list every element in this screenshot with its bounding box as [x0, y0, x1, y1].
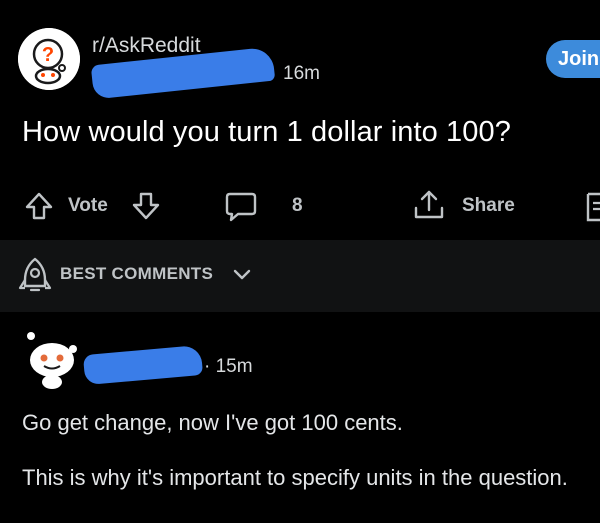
svg-text:?: ? [42, 44, 54, 66]
comment-count: 8 [292, 195, 303, 216]
join-button[interactable]: Join [546, 40, 600, 78]
user-avatar-icon[interactable] [22, 330, 82, 390]
post-timestamp: 16m [283, 63, 320, 84]
share-icon[interactable] [412, 188, 446, 227]
upvote-icon[interactable] [24, 191, 54, 226]
redacted-username [82, 344, 204, 386]
downvote-icon[interactable] [131, 191, 161, 226]
subreddit-name[interactable]: r/AskReddit [92, 34, 201, 58]
vote-label: Vote [68, 195, 108, 216]
comment-text-line: This is why it's important to specify un… [22, 465, 568, 490]
comment-timestamp: · 15m [204, 356, 253, 377]
save-icon[interactable] [584, 191, 600, 228]
comment-text-line: Go get change, now I've got 100 cents. [22, 410, 403, 435]
comment-icon[interactable] [224, 191, 258, 228]
chevron-down-icon[interactable] [233, 268, 251, 286]
post-title[interactable]: How would you turn 1 dollar into 100? [22, 116, 511, 149]
rocket-icon [18, 256, 52, 301]
subreddit-avatar-icon[interactable]: ? [18, 28, 80, 90]
share-label[interactable]: Share [462, 188, 515, 224]
sort-label[interactable]: BEST COMMENTS [60, 264, 213, 284]
